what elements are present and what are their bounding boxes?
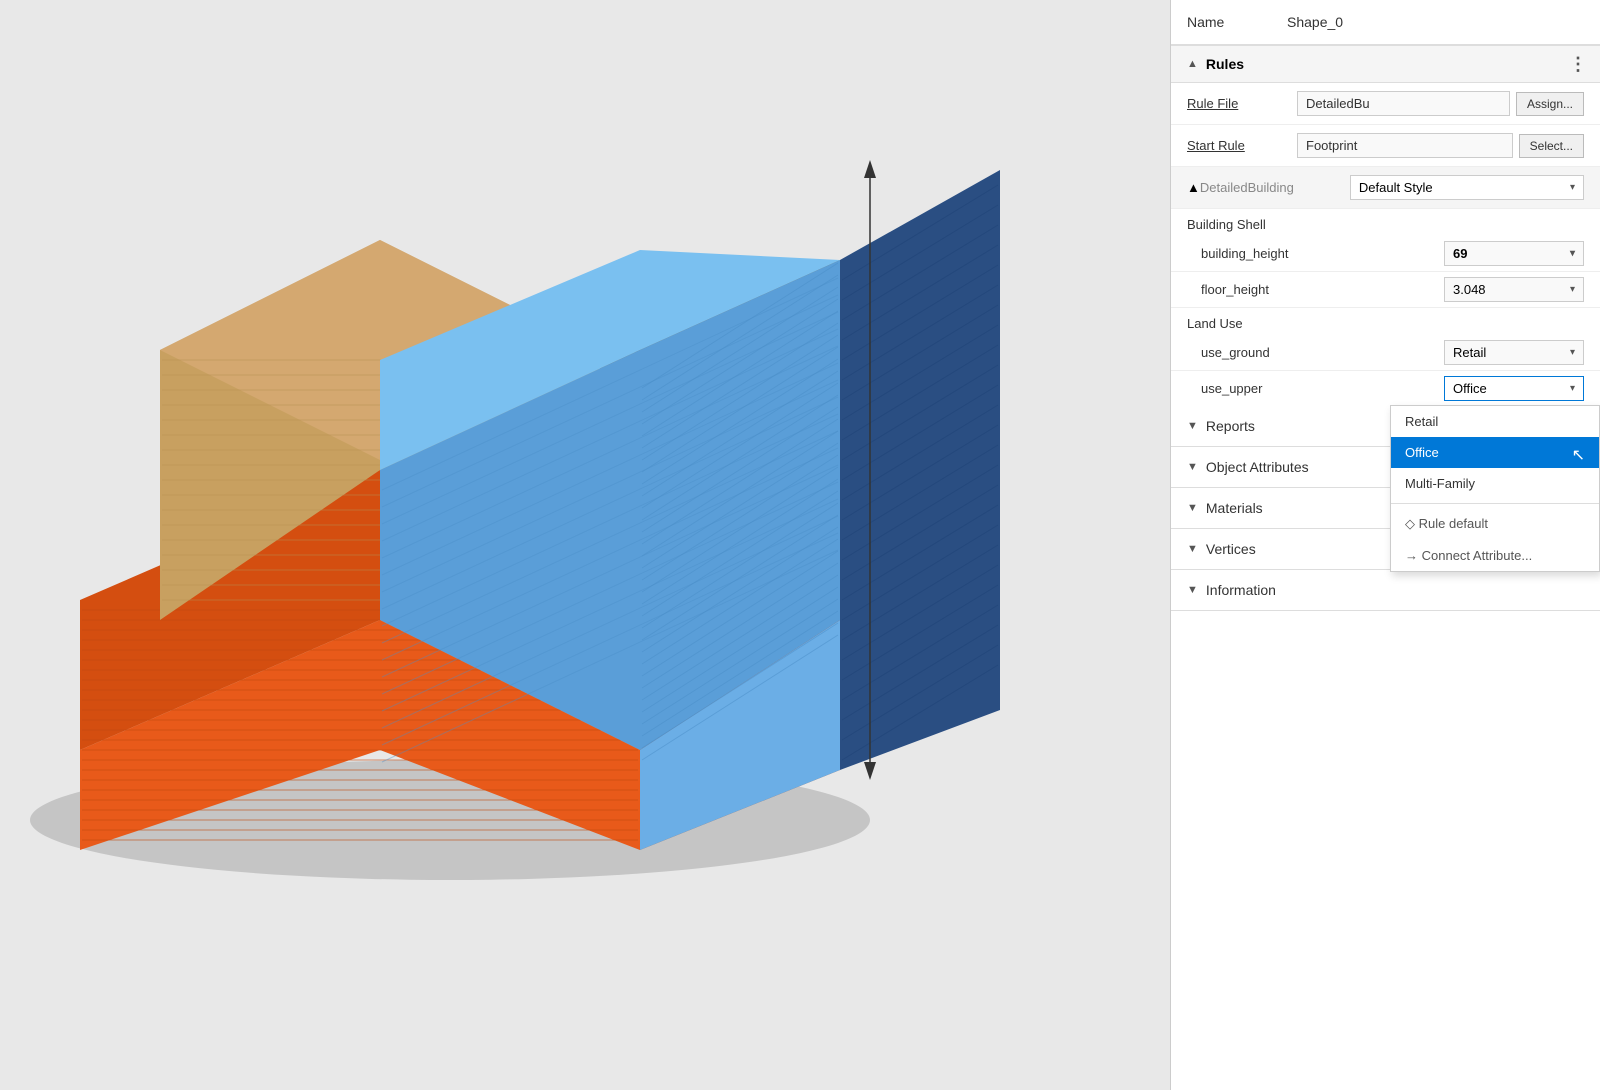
3d-viewport[interactable] bbox=[0, 0, 1170, 1090]
rule-file-row: Rule File DetailedBu Assign... bbox=[1171, 83, 1600, 125]
information-title: Information bbox=[1206, 582, 1276, 598]
dropdown-item-rule-default[interactable]: ◇ Rule default bbox=[1391, 508, 1599, 540]
rules-content: Rule File DetailedBu Assign... Start Rul… bbox=[1171, 83, 1600, 167]
floor-height-label: floor_height bbox=[1201, 282, 1444, 297]
use-ground-arrow: ▾ bbox=[1570, 347, 1575, 358]
information-header[interactable]: ▼ Information bbox=[1171, 570, 1600, 610]
rules-options-icon[interactable]: ⋮ bbox=[1569, 54, 1588, 75]
use-ground-row: use_ground Retail ▾ bbox=[1171, 335, 1600, 371]
object-attributes-title: Object Attributes bbox=[1206, 459, 1309, 475]
name-row: Name Shape_0 bbox=[1171, 0, 1600, 45]
use-upper-dropdown: Retail Office ↖ Multi-Family ◇ Rule defa… bbox=[1390, 405, 1600, 572]
default-style-select[interactable]: Default Style ▾ bbox=[1350, 175, 1584, 200]
detailed-building-row: ▲ DetailedBuilding Default Style ▾ bbox=[1171, 167, 1600, 209]
name-label: Name bbox=[1187, 14, 1277, 30]
information-chevron: ▼ bbox=[1187, 584, 1198, 596]
default-style-value: Default Style bbox=[1359, 180, 1433, 195]
start-rule-value: Footprint bbox=[1297, 133, 1513, 158]
building-height-row: building_height 69 ▾ bbox=[1171, 236, 1600, 272]
object-attributes-chevron: ▼ bbox=[1187, 461, 1198, 473]
default-style-arrow: ▾ bbox=[1570, 182, 1575, 193]
use-ground-value-container[interactable]: Retail ▾ bbox=[1444, 340, 1584, 365]
name-value: Shape_0 bbox=[1287, 14, 1343, 30]
building-height-arrow: ▾ bbox=[1570, 248, 1575, 259]
use-ground-value: Retail bbox=[1453, 345, 1486, 360]
use-upper-arrow: ▾ bbox=[1570, 383, 1575, 394]
floor-height-value-container[interactable]: 3.048 ▾ bbox=[1444, 277, 1584, 302]
dropdown-item-retail[interactable]: Retail bbox=[1391, 406, 1599, 437]
properties-panel: Name Shape_0 ▲ Rules ⋮ Rule File Detaile… bbox=[1170, 0, 1600, 1090]
select-button[interactable]: Select... bbox=[1519, 134, 1584, 158]
rule-file-value: DetailedBu bbox=[1297, 91, 1510, 116]
floor-height-value: 3.048 bbox=[1453, 282, 1486, 297]
vertices-chevron: ▼ bbox=[1187, 543, 1198, 555]
building-height-label: building_height bbox=[1201, 246, 1444, 261]
use-upper-value: Office bbox=[1453, 381, 1487, 396]
rule-file-label[interactable]: Rule File bbox=[1187, 96, 1297, 111]
use-upper-select[interactable]: Office ▾ bbox=[1444, 376, 1584, 401]
cursor-icon: ↖ bbox=[1572, 445, 1585, 465]
reports-title: Reports bbox=[1206, 418, 1255, 434]
detailed-chevron: ▲ bbox=[1187, 180, 1200, 195]
dropdown-item-multifamily[interactable]: Multi-Family bbox=[1391, 468, 1599, 499]
building-shell-label: Building Shell bbox=[1171, 209, 1600, 236]
land-use-label: Land Use bbox=[1171, 308, 1600, 335]
assign-button[interactable]: Assign... bbox=[1516, 92, 1584, 116]
materials-chevron: ▼ bbox=[1187, 502, 1198, 514]
dropdown-item-office[interactable]: Office ↖ bbox=[1391, 437, 1599, 468]
rules-title: Rules bbox=[1206, 56, 1244, 72]
floor-height-arrow: ▾ bbox=[1570, 284, 1575, 295]
information-section: ▼ Information bbox=[1171, 570, 1600, 611]
materials-title: Materials bbox=[1206, 500, 1263, 516]
rules-section-header[interactable]: ▲ Rules ⋮ bbox=[1171, 45, 1600, 83]
vertices-title: Vertices bbox=[1206, 541, 1256, 557]
start-rule-row: Start Rule Footprint Select... bbox=[1171, 125, 1600, 167]
reports-chevron: ▼ bbox=[1187, 420, 1198, 432]
use-ground-label: use_ground bbox=[1201, 345, 1444, 360]
building-height-value: 69 bbox=[1453, 246, 1467, 261]
detailed-building-label: DetailedBuilding bbox=[1200, 180, 1350, 195]
use-upper-row[interactable]: use_upper Office ▾ Retail Office ↖ Multi… bbox=[1171, 371, 1600, 406]
start-rule-label[interactable]: Start Rule bbox=[1187, 138, 1297, 153]
dropdown-item-connect-attribute[interactable]: → Connect Attribute... bbox=[1391, 540, 1599, 571]
use-upper-label: use_upper bbox=[1201, 381, 1444, 396]
dropdown-divider bbox=[1391, 503, 1599, 504]
rules-chevron: ▲ bbox=[1187, 58, 1198, 70]
building-height-value-container[interactable]: 69 ▾ bbox=[1444, 241, 1584, 266]
floor-height-row: floor_height 3.048 ▾ bbox=[1171, 272, 1600, 308]
